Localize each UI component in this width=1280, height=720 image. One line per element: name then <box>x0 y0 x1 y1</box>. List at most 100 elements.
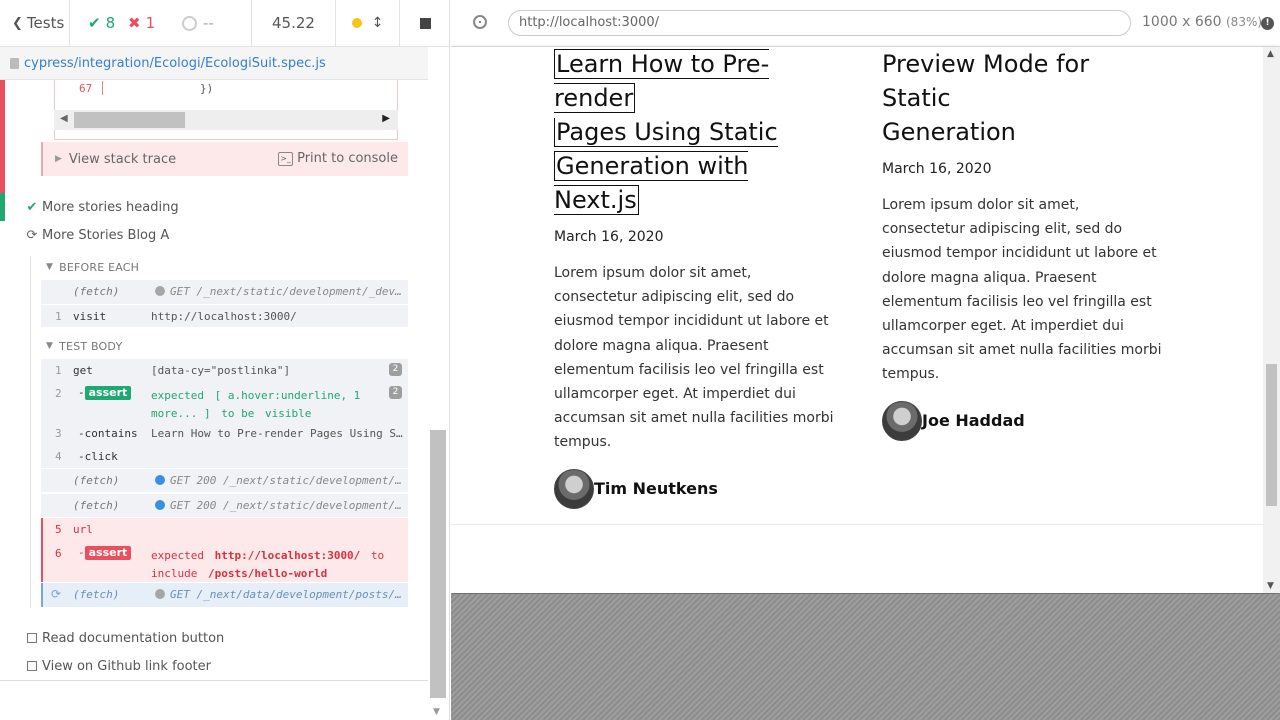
terminal-icon: >_ <box>278 151 294 166</box>
scroll-up-icon[interactable]: ▲ <box>1267 49 1274 59</box>
command-name: -contains <box>78 427 138 440</box>
command-row[interactable]: 2 - assert expected [ a.hover:underline, … <box>41 382 408 422</box>
runnable-list: 67 }) ◀ ▶ ▶ View stack trace >_ Print to… <box>0 80 428 680</box>
avatar <box>882 400 922 441</box>
tests-label: Tests <box>26 14 65 32</box>
triangle-right-icon: ▶ <box>55 154 62 164</box>
pending-count: -- <box>176 0 252 47</box>
tests-back-button[interactable]: ❮ Tests <box>0 0 70 47</box>
post-title-line[interactable]: Generation <box>882 118 1016 146</box>
auto-scroll-toggle[interactable]: ↕ <box>336 0 400 47</box>
post-title[interactable]: Learn How to Pre-render Pages Using Stat… <box>554 47 834 217</box>
footer-divider <box>451 524 1263 525</box>
stop-button[interactable] <box>400 0 449 47</box>
post-title-line[interactable]: Learn How to Pre-render <box>554 49 770 113</box>
assert-verb: to <box>370 549 385 562</box>
command-message: GET 200 /_next/static/development/… <box>170 499 402 512</box>
command-number: 5 <box>55 523 62 536</box>
stack-trace-row[interactable]: ▶ View stack trace >_ Print to console <box>41 142 408 176</box>
assert-verb: to be <box>221 407 255 420</box>
aut-panel: http://localhost:3000/ 1000 x 660 (83%) … <box>451 0 1280 720</box>
command-message: http://localhost:3000/ <box>151 310 297 323</box>
error-block: 67 }) ◀ ▶ ▶ View stack trace >_ Print to… <box>0 80 428 194</box>
assert-tag: assert <box>84 546 132 560</box>
spec-file-bar[interactable]: cypress/integration/Ecologi/EcologiSuit.… <box>0 47 428 80</box>
test-more-stories-heading[interactable]: ✔ More stories heading <box>0 193 428 221</box>
aut-header: http://localhost:3000/ 1000 x 660 (83%) … <box>451 0 1280 47</box>
status-dot-icon <box>155 475 165 485</box>
post-author: Tim Neutkens <box>554 468 834 509</box>
command-name: (fetch) <box>73 588 120 601</box>
command-row[interactable]: 1 get [data-cy="postlinka"] 2 <box>41 359 408 382</box>
running-indicator-icon <box>351 18 362 28</box>
reporter-panel: ❮ Tests ✔ 8 ✖ 1 -- 45.22 ↕ cypress/integ… <box>0 0 450 720</box>
post-date: March 16, 2020 <box>554 229 664 245</box>
hook-label: TEST BODY <box>59 339 123 353</box>
info-icon[interactable]: ! <box>1261 17 1274 30</box>
post-title-line[interactable]: Pages Using Static <box>554 118 778 147</box>
x-icon: ✖ <box>128 14 141 32</box>
command-row[interactable]: (fetch) GET 200 /_next/static/developmen… <box>41 493 408 517</box>
viewport-dimensions: 1000 x 660 <box>1142 14 1222 30</box>
command-row-pending[interactable]: ⟳ (fetch) GET /_next/data/development/po… <box>41 583 408 607</box>
passed-accent <box>0 193 5 221</box>
command-row-failed[interactable]: 5 url <box>41 518 408 542</box>
scroll-right-icon[interactable]: ▶ <box>382 113 390 124</box>
chevron-left-icon: ❮ <box>12 15 23 31</box>
stack-trace-label[interactable]: View stack trace <box>69 152 176 167</box>
spinner-icon: ⟳ <box>51 587 62 601</box>
hook-test-body[interactable]: ▼ TEST BODY <box>46 334 122 358</box>
command-number: 1 <box>55 364 62 377</box>
test-view-on-github-link-footer[interactable]: View on Github link footer <box>0 652 428 680</box>
command-row-failed[interactable]: 6 - assert expected http://localhost:3000… <box>41 542 408 582</box>
scroll-down-icon[interactable]: ▼ <box>433 707 440 717</box>
command-row[interactable]: (fetch) GET 200 /_next/static/developmen… <box>41 468 408 492</box>
command-name: url <box>73 523 93 536</box>
assert-value: /posts/hello-world <box>207 567 328 580</box>
command-row[interactable]: 4 -click <box>41 445 408 468</box>
command-row[interactable]: (fetch) GET /_next/static/development/_d… <box>41 280 408 304</box>
author-name: Tim Neutkens <box>594 479 718 499</box>
post-title-line[interactable]: Preview Mode for Static <box>882 50 1089 112</box>
post-title[interactable]: Preview Mode for Static Generation <box>882 47 1162 149</box>
hook-before-each[interactable]: ▼ BEFORE EACH <box>46 255 139 279</box>
test-title: More Stories Blog A <box>42 227 170 243</box>
assert-subject-more: more... ] <box>151 407 211 420</box>
triangle-down-icon: ▼ <box>46 341 54 351</box>
assert-subject: http://localhost:3000/ <box>214 549 361 562</box>
test-read-documentation-button[interactable]: Read documentation button <box>0 624 428 652</box>
count-badge: 2 <box>389 386 402 399</box>
app-vertical-scrollbar[interactable]: ▲ ▼ <box>1263 47 1280 593</box>
scroll-down-icon[interactable]: ▼ <box>1267 581 1274 591</box>
command-name: (fetch) <box>73 499 120 512</box>
code-line-number: 67 <box>79 82 93 95</box>
avatar <box>554 468 594 509</box>
assert-expected: expected <box>151 389 204 402</box>
command-message: GET /_next/data/development/posts/… <box>170 588 402 601</box>
duration: 45.22 <box>252 0 336 47</box>
reporter-vertical-scrollbar[interactable]: ▼ <box>428 80 448 720</box>
post-author: Joe Haddad <box>882 400 1162 441</box>
spec-path[interactable]: cypress/integration/Ecologi/EcologiSuit.… <box>24 56 326 71</box>
command-name: -click <box>78 450 118 463</box>
print-to-console-button[interactable]: >_ Print to console <box>278 151 398 166</box>
scroll-left-icon[interactable]: ◀ <box>60 113 68 124</box>
code-horizontal-scrollbar[interactable]: ◀ ▶ <box>54 110 398 130</box>
post-excerpt: Lorem ipsum dolor sit amet, consectetur … <box>882 197 1162 383</box>
selector-playground-icon[interactable] <box>473 15 487 29</box>
command-number: 4 <box>55 450 62 463</box>
url-bar[interactable]: http://localhost:3000/ <box>508 10 1131 36</box>
scrollbar-thumb[interactable] <box>430 430 446 698</box>
viewport-size: 1000 x 660 (83%) <box>1142 14 1262 30</box>
code-line-bar <box>102 81 103 95</box>
command-row[interactable]: 1 visit http://localhost:3000/ <box>41 304 408 327</box>
command-row[interactable]: 3 -contains Learn How to Pre-render Page… <box>41 422 408 445</box>
test-more-stories-blog-a[interactable]: ⟳ More Stories Blog A <box>0 221 428 249</box>
scrollbar-thumb[interactable] <box>1266 364 1277 506</box>
command-number: 6 <box>55 547 62 560</box>
post-card: Learn How to Pre-render Pages Using Stat… <box>554 47 834 509</box>
post-title-line[interactable]: Generation with Next.js <box>554 151 749 215</box>
post-date: March 16, 2020 <box>882 161 992 177</box>
scrollbar-thumb[interactable] <box>74 112 185 128</box>
command-number: 3 <box>55 427 62 440</box>
